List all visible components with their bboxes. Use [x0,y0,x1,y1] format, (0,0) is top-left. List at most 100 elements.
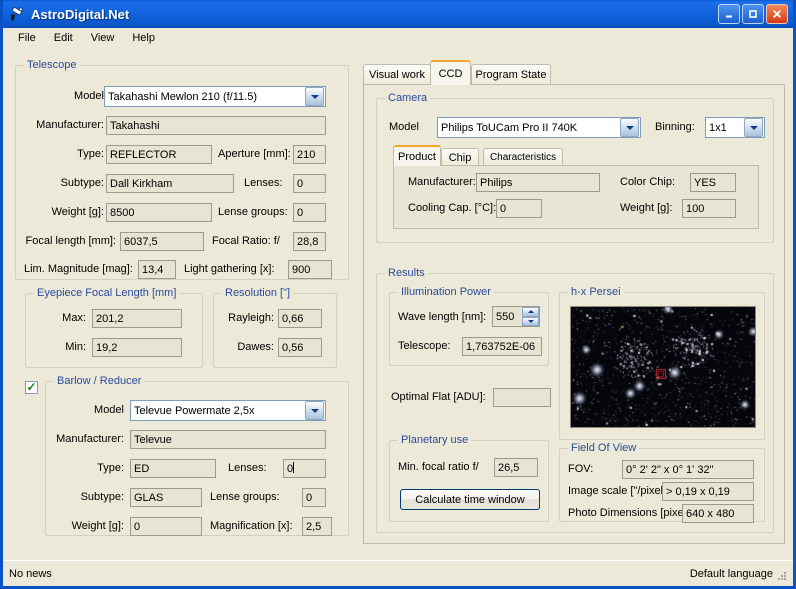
telescope-aperture-field[interactable]: 210 [293,145,326,164]
camera-tab-product[interactable]: Product [393,145,441,166]
barlow-enable-checkbox[interactable]: ✓ [25,381,38,394]
spinner-down-icon[interactable] [522,316,539,326]
camera-color-chip-field[interactable]: YES [690,173,736,192]
barlow-magnification-field[interactable]: 2,5 [302,517,332,536]
tab-ccd[interactable]: CCD [430,60,471,85]
camera-cooling-field[interactable]: 0 [496,199,542,218]
tab-visual-work[interactable]: Visual work [363,64,431,85]
barlow-lense-groups-field[interactable]: 0 [302,488,326,507]
tab-program-state[interactable]: Program State [471,64,551,85]
barlow-manufacturer-label: Manufacturer: [56,433,124,445]
planetary-group-caption: Planetary use [398,434,472,446]
menu-item-help[interactable]: Help [123,30,164,46]
status-bar: No news Default language [3,560,793,586]
camera-binning-combo[interactable]: 1x1 [705,117,765,138]
results-group: Results Illumination Power Wave length [… [376,267,774,533]
image-scale-label: Image scale ["/pixel]: [568,485,670,497]
spinner-buttons[interactable] [522,307,539,326]
menu-bar: File Edit View Help [3,28,793,49]
resolution-group: Resolution ["] Rayleigh: 0,66 Dawes: 0,5… [213,287,337,368]
eyepiece-max-field[interactable]: 201,2 [92,309,182,328]
telescope-icon [8,5,26,23]
camera-model-value: Philips ToUCam Pro II 740K [441,121,578,134]
photo-dimensions-label: Photo Dimensions [pixel]: [568,507,693,519]
illumination-group-caption: Illumination Power [398,286,494,298]
camera-model-combo[interactable]: Philips ToUCam Pro II 740K [437,117,641,138]
fov-field[interactable]: 0° 2' 2" x 0° 1' 32" [622,460,754,479]
image-scale-field[interactable]: > 0,19 x 0,19 [662,482,754,501]
barlow-lenses-label: Lenses: [228,462,267,474]
chevron-down-icon[interactable] [305,87,324,106]
field-of-view-group: Field Of View FOV: 0° 2' 2" x 0° 1' 32" … [559,442,765,523]
eyepiece-max-label: Max: [62,312,86,324]
menu-item-file[interactable]: File [9,30,45,46]
tab-program-state-label: Program State [475,69,547,81]
camera-tab-chip[interactable]: Chip [441,148,479,166]
camera-manufacturer-field[interactable]: Philips [476,173,600,192]
barlow-manufacturer-field[interactable]: Televue [130,430,326,449]
camera-weight-field[interactable]: 100 [682,199,736,218]
optimal-flat-field[interactable] [493,388,551,407]
telescope-lense-groups-field[interactable]: 0 [293,203,326,222]
chevron-down-icon[interactable] [305,401,324,420]
telescope-focal-length-field[interactable]: 6037,5 [120,232,204,251]
camera-color-chip-label: Color Chip: [620,176,676,188]
barlow-group-caption: Barlow / Reducer [54,375,145,387]
maximize-button[interactable] [742,4,764,24]
camera-tab-chip-label: Chip [448,151,472,164]
chevron-down-icon[interactable] [744,118,763,137]
results-group-caption: Results [385,267,428,279]
barlow-model-value: Televue Powermate 2,5x [134,404,255,417]
spinner-up-icon[interactable] [522,307,539,317]
camera-product-panel: Manufacturer: Philips Color Chip: YES Co… [393,165,759,229]
telescope-lenses-field[interactable]: 0 [293,174,326,193]
minimize-button[interactable] [718,4,740,24]
resolution-dawes-field[interactable]: 0,56 [278,338,322,357]
telescope-manufacturer-field[interactable]: Takahashi [106,116,326,135]
chevron-down-icon[interactable] [620,118,639,137]
barlow-lenses-field[interactable]: 0 [283,459,326,478]
wavelength-spinner[interactable]: 550 [492,306,540,327]
telescope-light-gathering-field[interactable]: 900 [288,260,332,279]
sky-preview-image[interactable] [570,306,756,428]
resize-grip-icon[interactable] [776,570,790,584]
camera-tab-characteristics[interactable]: Characteristics [483,148,563,166]
preview-group-caption: h-x Persei [568,286,624,298]
menu-item-edit[interactable]: Edit [45,30,82,46]
telescope-subtype-field[interactable]: Dall Kirkham [106,174,234,193]
menu-item-view[interactable]: View [82,30,124,46]
client-area: Telescope Model Takahashi Mewlon 210 (f/… [3,48,793,561]
telescope-lim-magnitude-label: Lim. Magnitude [mag]: [24,263,133,275]
barlow-type-field[interactable]: ED [130,459,216,478]
telescope-light-gathering-label: Light gathering [x]: [184,263,275,275]
resolution-rayleigh-field[interactable]: 0,66 [278,309,322,328]
barlow-weight-field[interactable]: 0 [130,517,202,536]
photo-dimensions-field[interactable]: 640 x 480 [682,504,754,523]
telescope-model-value: Takahashi Mewlon 210 (f/11.5) [108,90,257,103]
telescope-lim-magnitude-field[interactable]: 13,4 [138,260,176,279]
check-icon: ✓ [26,380,37,394]
telescope-group-caption: Telescope [24,59,80,71]
telescope-weight-label: Weight [g]: [51,206,104,218]
title-bar: AstroDigital.Net [3,0,793,28]
camera-weight-label: Weight [g]: [620,202,673,214]
camera-tab-product-label: Product [398,150,436,163]
barlow-reducer-group: Barlow / Reducer Model Televue Powermate… [45,375,349,536]
telescope-type-field[interactable]: REFLECTOR [106,145,212,164]
barlow-magnification-label: Magnification [x]: [210,520,293,532]
telescope-illumination-label: Telescope: [398,340,451,352]
telescope-focal-ratio-field[interactable]: 28,8 [293,232,326,251]
resolution-group-caption: Resolution ["] [222,287,294,299]
barlow-model-combo[interactable]: Televue Powermate 2,5x [130,400,326,421]
close-button[interactable] [766,4,788,24]
barlow-subtype-field[interactable]: GLAS [130,488,202,507]
telescope-model-combo[interactable]: Takahashi Mewlon 210 (f/11.5) [104,86,326,107]
telescope-illumination-field[interactable]: 1,763752E-06 [462,337,542,356]
min-focal-ratio-label: Min. focal ratio f/ [398,461,479,473]
eyepiece-min-field[interactable]: 19,2 [92,338,182,357]
telescope-weight-field[interactable]: 8500 [106,203,212,222]
camera-binning-value: 1x1 [709,121,727,134]
min-focal-ratio-field[interactable]: 26,5 [494,458,538,477]
camera-manufacturer-label: Manufacturer: [408,176,476,188]
calculate-time-window-button[interactable]: Calculate time window [400,489,540,510]
